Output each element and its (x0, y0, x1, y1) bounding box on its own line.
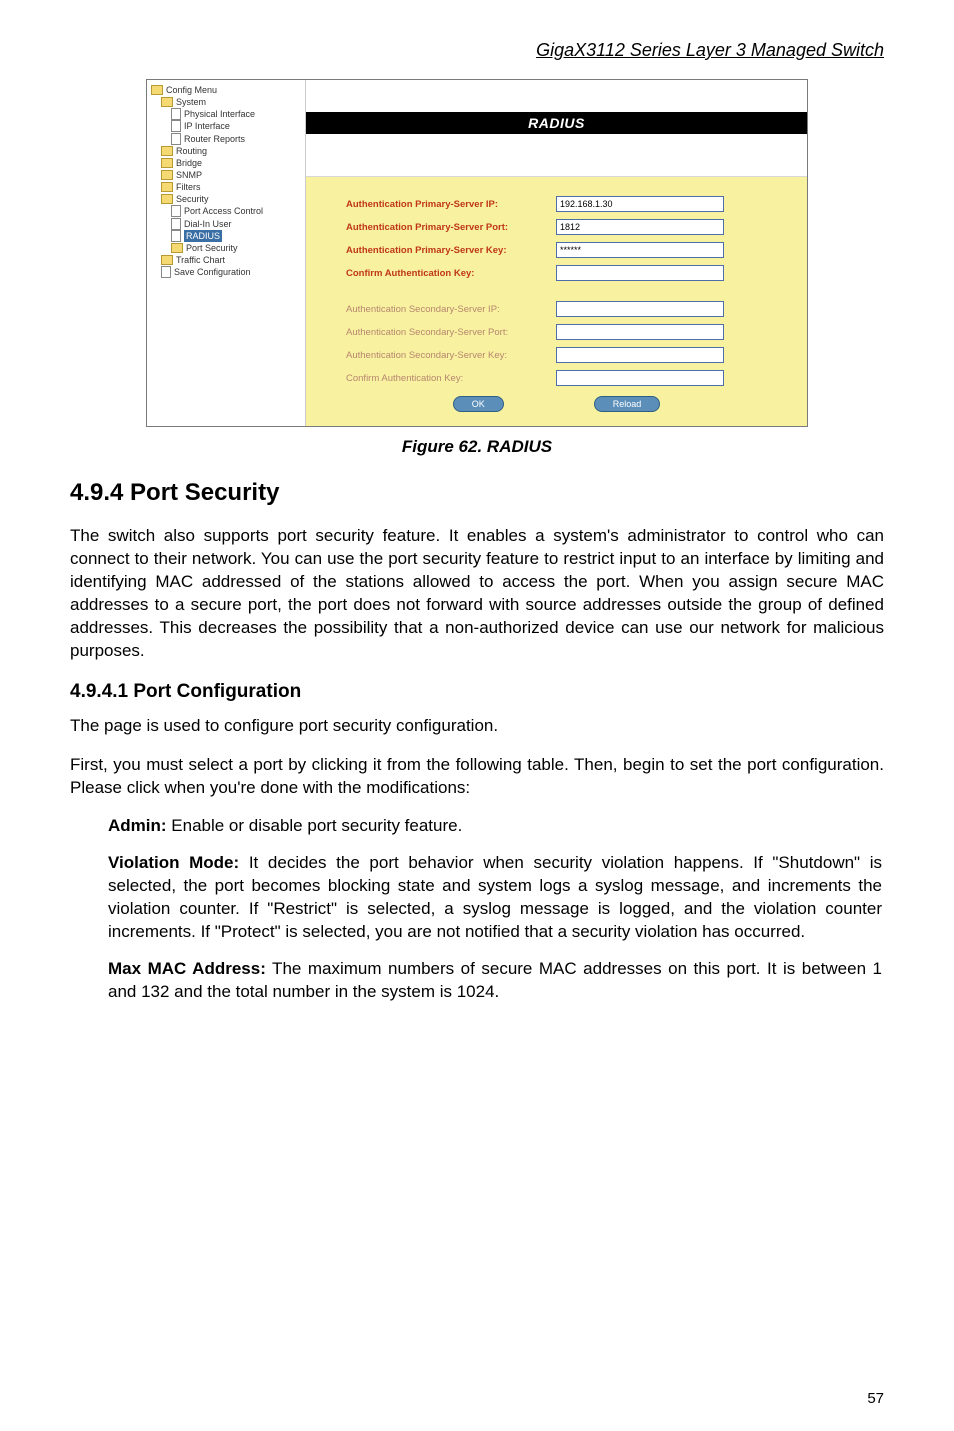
prim-confirm-input[interactable] (556, 265, 724, 281)
prim-key-input[interactable] (556, 242, 724, 258)
tree-dial[interactable]: Dial-In User (184, 218, 232, 230)
prim-key-label: Authentication Primary-Server Key: (346, 245, 556, 256)
prim-confirm-label: Confirm Authentication Key: (346, 268, 556, 279)
violation-label: Violation Mode: (108, 853, 239, 872)
page-icon (161, 266, 171, 278)
tree-snmp[interactable]: SNMP (176, 169, 202, 181)
radius-screenshot: Config Menu System Physical Interface IP… (146, 79, 808, 427)
tree-bridge[interactable]: Bridge (176, 157, 202, 169)
para-max-mac: Max MAC Address: The maximum numbers of … (108, 958, 882, 1004)
tree-traffic[interactable]: Traffic Chart (176, 254, 225, 266)
figure-caption: Figure 62. RADIUS (70, 437, 884, 457)
prim-ip-input[interactable] (556, 196, 724, 212)
prim-port-label: Authentication Primary-Server Port: (346, 222, 556, 233)
folder-icon (151, 85, 163, 95)
folder-icon (161, 255, 173, 265)
reload-button[interactable]: Reload (594, 396, 661, 412)
para-violation: Violation Mode: It decides the port beha… (108, 852, 882, 944)
folder-icon (171, 243, 183, 253)
para-config-steps: First, you must select a port by clickin… (70, 754, 884, 800)
sec-ip-label: Authentication Secondary-Server IP: (346, 304, 556, 315)
tree-phys[interactable]: Physical Interface (184, 108, 255, 120)
radius-form: Authentication Primary-Server IP: Authen… (306, 177, 807, 426)
tree-portsec[interactable]: Port Security (186, 242, 238, 254)
para-admin: Admin: Enable or disable port security f… (108, 815, 882, 838)
sec-port-input[interactable] (556, 324, 724, 340)
tree-radius[interactable]: RADIUS (184, 230, 222, 242)
folder-icon (161, 194, 173, 204)
sec-key-input[interactable] (556, 347, 724, 363)
para-overview: The switch also supports port security f… (70, 525, 884, 663)
radius-banner: RADIUS (306, 112, 807, 134)
page-number: 57 (867, 1390, 884, 1407)
config-tree: Config Menu System Physical Interface IP… (147, 80, 306, 426)
page-icon (171, 218, 181, 230)
sec-key-label: Authentication Secondary-Server Key: (346, 350, 556, 361)
tree-filters[interactable]: Filters (176, 181, 201, 193)
ok-button[interactable]: OK (453, 396, 504, 412)
tree-security[interactable]: Security (176, 193, 209, 205)
page-icon (171, 108, 181, 120)
sec-ip-input[interactable] (556, 301, 724, 317)
page-icon (171, 205, 181, 217)
sec-confirm-input[interactable] (556, 370, 724, 386)
tree-save[interactable]: Save Configuration (174, 266, 251, 278)
section-heading: 4.9.4 Port Security (70, 479, 884, 507)
subsection-heading: 4.9.4.1 Port Configuration (70, 681, 884, 703)
prim-ip-label: Authentication Primary-Server IP: (346, 199, 556, 210)
folder-icon (161, 170, 173, 180)
tree-pac[interactable]: Port Access Control (184, 205, 263, 217)
sec-port-label: Authentication Secondary-Server Port: (346, 327, 556, 338)
tree-root[interactable]: Config Menu (166, 84, 217, 96)
prim-port-input[interactable] (556, 219, 724, 235)
tree-system[interactable]: System (176, 96, 206, 108)
admin-label: Admin: (108, 816, 167, 835)
folder-icon (161, 97, 173, 107)
admin-text: Enable or disable port security feature. (167, 816, 463, 835)
page-header-title: GigaX3112 Series Layer 3 Managed Switch (70, 40, 884, 61)
folder-icon (161, 146, 173, 156)
maxmac-label: Max MAC Address: (108, 959, 266, 978)
para-config-intro: The page is used to configure port secur… (70, 715, 884, 738)
folder-icon (161, 158, 173, 168)
page-icon (171, 133, 181, 145)
page-icon (171, 230, 181, 242)
page-icon (171, 120, 181, 132)
sec-confirm-label: Confirm Authentication Key: (346, 373, 556, 384)
tree-router-reports[interactable]: Router Reports (184, 133, 245, 145)
tree-routing[interactable]: Routing (176, 145, 207, 157)
content-pane: RADIUS Authentication Primary-Server IP:… (306, 80, 807, 426)
tree-ipif[interactable]: IP Interface (184, 120, 230, 132)
folder-icon (161, 182, 173, 192)
